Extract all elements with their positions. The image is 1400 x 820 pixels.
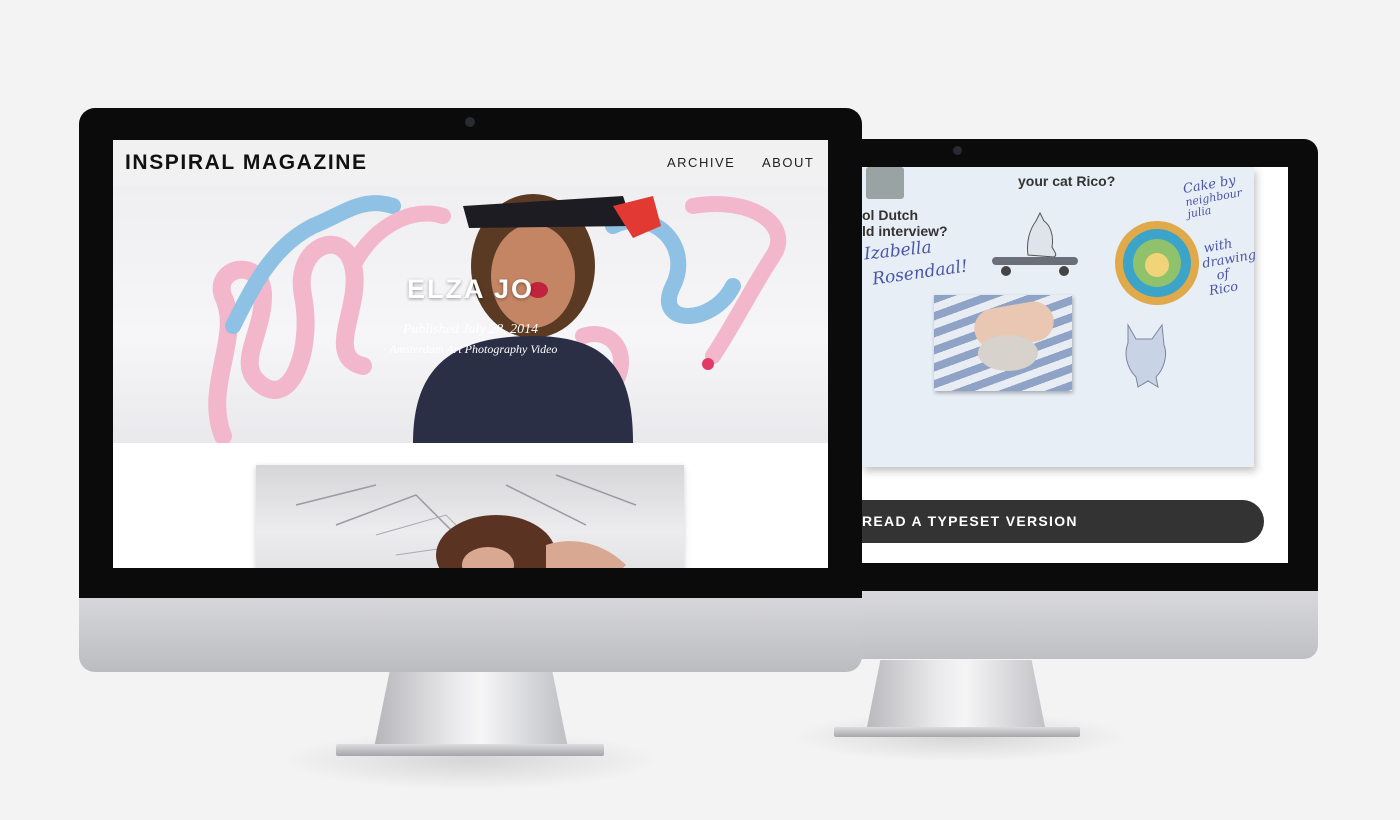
nav-about[interactable]: ABOUT — [762, 155, 814, 170]
note-question-line-1: ol Dutch — [862, 207, 918, 223]
hero-artwork — [208, 194, 787, 443]
camera-icon — [953, 146, 962, 155]
back-monitor-screen: your cat Rico? ol Dutch ld interview? Iz… — [862, 167, 1288, 563]
gadget-image — [866, 167, 904, 199]
camera-icon — [465, 117, 475, 127]
handwriting-name-last: Rosendaal! — [871, 256, 970, 290]
handwriting-name-first: Izabella — [863, 237, 933, 265]
front-monitor-screen: INSPIRAL MAGAZINE ARCHIVE ABOUT ELZA JO … — [113, 140, 828, 568]
cake-image — [1115, 221, 1199, 305]
hero-image: ELZA JO Published July 28, 2014 · Amster… — [113, 186, 828, 443]
skateboard-cat-sketch — [992, 211, 1078, 276]
article-published-date: Published July 28, 2014 — [402, 322, 539, 337]
article-tags[interactable]: · Amsterdam Art Photography Video — [113, 342, 828, 357]
article-photo-artwork — [295, 474, 637, 568]
note-question-line-2: ld interview? — [862, 223, 948, 239]
cat-photo — [934, 295, 1072, 391]
note-question-cat: your cat Rico? — [1018, 173, 1116, 189]
front-monitor-stand — [374, 672, 568, 748]
article-title: ELZA JO — [406, 274, 534, 304]
cat-cutout-image — [1125, 323, 1167, 389]
site-header: INSPIRAL MAGAZINE ARCHIVE ABOUT — [113, 140, 828, 186]
back-monitor-stand — [866, 660, 1046, 732]
site-logo[interactable]: INSPIRAL MAGAZINE — [125, 151, 368, 175]
front-monitor-base — [336, 744, 604, 756]
back-monitor-chin — [838, 591, 1318, 659]
back-monitor-base — [834, 727, 1080, 737]
read-typeset-version-button[interactable]: READ A TYPESET VERSION — [862, 500, 1264, 543]
nav-archive[interactable]: ARCHIVE — [667, 155, 735, 170]
article-photo — [256, 465, 684, 568]
front-monitor-chin — [79, 598, 862, 672]
handwritten-note-image: your cat Rico? ol Dutch ld interview? Iz… — [862, 167, 1257, 467]
